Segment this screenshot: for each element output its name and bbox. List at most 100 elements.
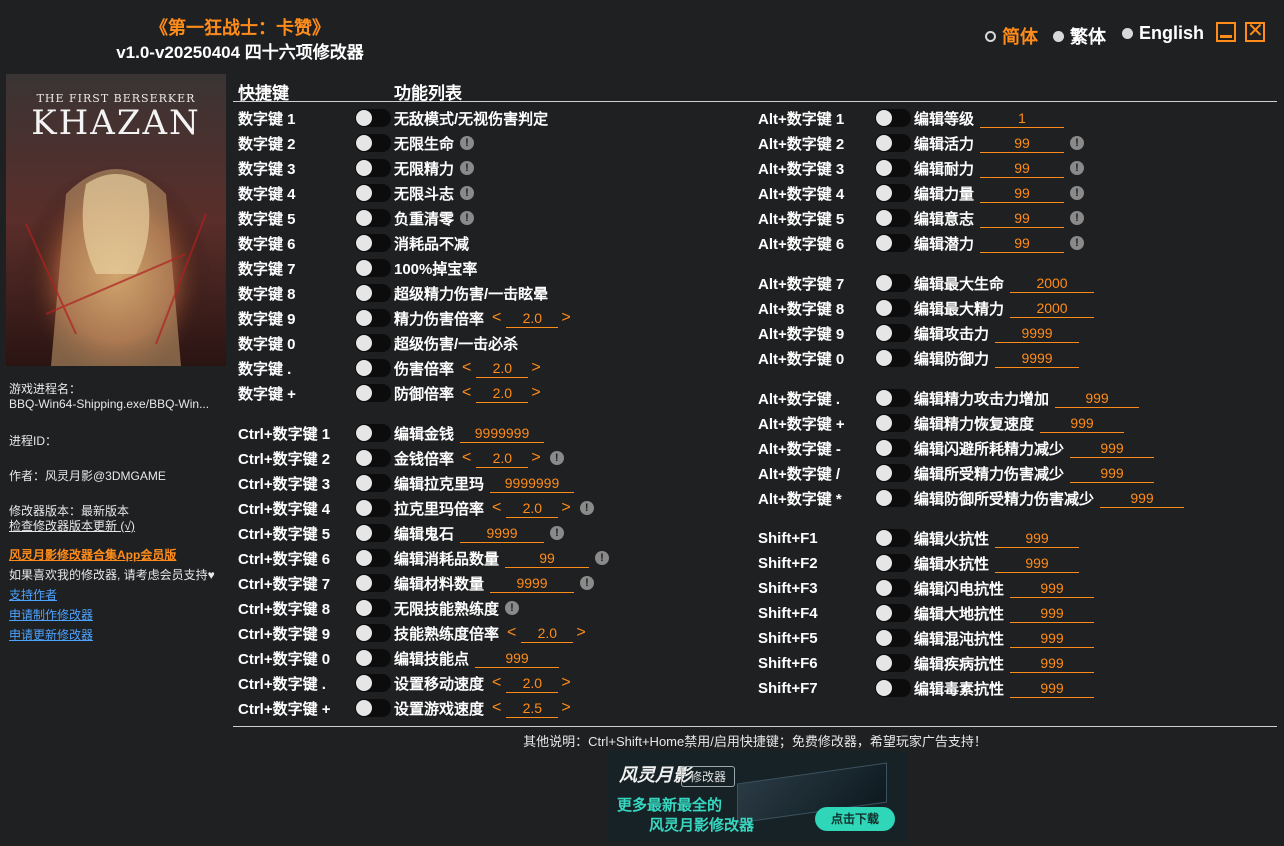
info-icon[interactable]: ! <box>580 576 595 590</box>
cheat-toggle[interactable] <box>355 549 391 567</box>
increase-arrow-icon[interactable]: > <box>561 699 570 717</box>
cheat-toggle[interactable] <box>355 284 391 302</box>
cheat-toggle[interactable] <box>355 109 391 127</box>
info-icon[interactable]: ! <box>460 161 475 175</box>
cheat-toggle[interactable] <box>875 159 911 177</box>
cheat-toggle[interactable] <box>355 334 391 352</box>
decrease-arrow-icon[interactable]: < <box>462 449 471 467</box>
decrease-arrow-icon[interactable]: < <box>492 699 501 717</box>
info-icon[interactable]: ! <box>460 136 475 150</box>
value-input[interactable]: 2.0 <box>521 624 574 643</box>
cheat-toggle[interactable] <box>875 679 911 697</box>
cheat-toggle[interactable] <box>875 299 911 317</box>
increase-arrow-icon[interactable]: > <box>576 624 585 642</box>
value-input[interactable]: 2.0 <box>506 309 559 328</box>
value-input[interactable]: 999 <box>1010 629 1095 648</box>
cheat-toggle[interactable] <box>355 599 391 617</box>
value-input[interactable]: 99 <box>980 234 1065 253</box>
request-update-link[interactable]: 申请更新修改器 <box>9 626 93 643</box>
decrease-arrow-icon[interactable]: < <box>492 674 501 692</box>
info-icon[interactable]: ! <box>550 526 565 540</box>
decrease-arrow-icon[interactable]: < <box>492 499 501 517</box>
value-input[interactable]: 999 <box>1040 414 1125 433</box>
cheat-toggle[interactable] <box>355 359 391 377</box>
cheat-toggle[interactable] <box>355 574 391 592</box>
cheat-toggle[interactable] <box>875 629 911 647</box>
cheat-toggle[interactable] <box>355 649 391 667</box>
value-input[interactable]: 99 <box>980 209 1065 228</box>
vip-app-link[interactable]: 风灵月影修改器合集App会员版 <box>9 546 176 563</box>
value-input[interactable]: 999 <box>1010 604 1095 623</box>
cheat-toggle[interactable] <box>355 209 391 227</box>
info-icon[interactable]: ! <box>595 551 610 565</box>
value-input[interactable]: 999 <box>475 649 560 668</box>
info-icon[interactable]: ! <box>1070 161 1085 175</box>
cheat-toggle[interactable] <box>355 674 391 692</box>
value-input[interactable]: 9999999 <box>490 474 575 493</box>
value-input[interactable]: 99 <box>505 549 590 568</box>
value-input[interactable]: 1 <box>980 109 1065 128</box>
decrease-arrow-icon[interactable]: < <box>462 359 471 377</box>
value-input[interactable]: 2.0 <box>506 499 559 518</box>
cheat-toggle[interactable] <box>875 554 911 572</box>
lang-traditional[interactable]: 繁体 <box>1053 23 1106 49</box>
cheat-toggle[interactable] <box>355 524 391 542</box>
cheat-toggle[interactable] <box>355 624 391 642</box>
increase-arrow-icon[interactable]: > <box>561 309 570 327</box>
check-update-link[interactable]: 检查修改器版本更新 (√) <box>9 517 135 534</box>
value-input[interactable]: 2.0 <box>476 384 529 403</box>
value-input[interactable]: 999 <box>1055 389 1140 408</box>
lang-simplified[interactable]: 简体 <box>985 23 1038 49</box>
cheat-toggle[interactable] <box>355 449 391 467</box>
cheat-toggle[interactable] <box>355 309 391 327</box>
info-icon[interactable]: ! <box>460 186 475 200</box>
value-input[interactable]: 2000 <box>1010 299 1095 318</box>
value-input[interactable]: 99 <box>980 184 1065 203</box>
info-icon[interactable]: ! <box>1070 211 1085 225</box>
close-icon[interactable]: ✕ <box>1245 21 1265 42</box>
increase-arrow-icon[interactable]: > <box>531 359 540 377</box>
cheat-toggle[interactable] <box>875 439 911 457</box>
increase-arrow-icon[interactable]: > <box>531 384 540 402</box>
cheat-toggle[interactable] <box>875 349 911 367</box>
value-input[interactable]: 2.0 <box>506 674 559 693</box>
info-icon[interactable]: ! <box>549 451 564 465</box>
cheat-toggle[interactable] <box>355 134 391 152</box>
ad-banner[interactable]: 风灵月影 修改器 更多最新最全的 风灵月影修改器 点击下载 <box>607 751 907 841</box>
cheat-toggle[interactable] <box>875 389 911 407</box>
value-input[interactable]: 999 <box>1100 489 1185 508</box>
value-input[interactable]: 999 <box>1070 439 1155 458</box>
cheat-toggle[interactable] <box>355 424 391 442</box>
cheat-toggle[interactable] <box>875 654 911 672</box>
decrease-arrow-icon[interactable]: < <box>507 624 516 642</box>
value-input[interactable]: 999 <box>1010 654 1095 673</box>
cheat-toggle[interactable] <box>875 604 911 622</box>
cheat-toggle[interactable] <box>875 489 911 507</box>
cheat-toggle[interactable] <box>875 324 911 342</box>
cheat-toggle[interactable] <box>355 259 391 277</box>
cheat-toggle[interactable] <box>355 159 391 177</box>
cheat-toggle[interactable] <box>875 579 911 597</box>
cheat-toggle[interactable] <box>355 474 391 492</box>
increase-arrow-icon[interactable]: > <box>531 449 540 467</box>
info-icon[interactable]: ! <box>505 601 520 615</box>
value-input[interactable]: 999 <box>995 529 1080 548</box>
value-input[interactable]: 9999 <box>995 324 1080 343</box>
cheat-toggle[interactable] <box>355 384 391 402</box>
info-icon[interactable]: ! <box>1070 136 1085 150</box>
cheat-toggle[interactable] <box>875 529 911 547</box>
value-input[interactable]: 999 <box>1010 679 1095 698</box>
minimize-icon[interactable] <box>1216 22 1236 42</box>
support-author-link[interactable]: 支持作者 <box>9 586 57 603</box>
value-input[interactable]: 9999 <box>490 574 575 593</box>
cheat-toggle[interactable] <box>355 234 391 252</box>
cheat-toggle[interactable] <box>875 109 911 127</box>
cheat-toggle[interactable] <box>875 414 911 432</box>
info-icon[interactable]: ! <box>1070 236 1085 250</box>
cheat-toggle[interactable] <box>875 134 911 152</box>
cheat-toggle[interactable] <box>875 184 911 202</box>
increase-arrow-icon[interactable]: > <box>561 674 570 692</box>
value-input[interactable]: 2.0 <box>476 449 529 468</box>
value-input[interactable]: 9999 <box>460 524 545 543</box>
info-icon[interactable]: ! <box>1070 186 1085 200</box>
